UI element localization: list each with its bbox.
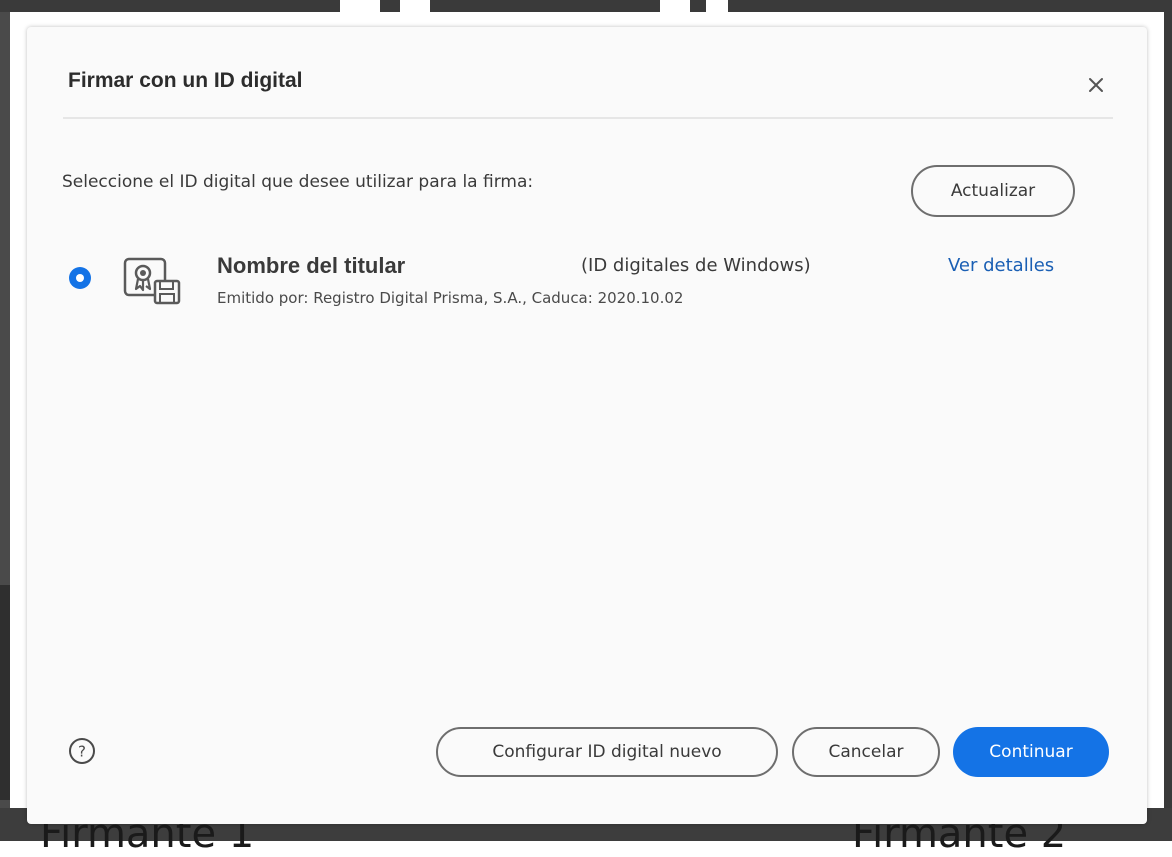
backdrop-top-bar (0, 0, 1172, 12)
backdrop-top-highlight (706, 0, 728, 12)
continue-button[interactable]: Continuar (953, 727, 1109, 777)
cancel-button[interactable]: Cancelar (792, 727, 940, 777)
backdrop-top-highlight (340, 0, 380, 12)
dialog-title: Firmar con un ID digital (68, 69, 303, 92)
help-icon[interactable]: ? (68, 737, 96, 765)
view-details-link[interactable]: Ver detalles (948, 255, 1054, 276)
sign-with-digital-id-dialog: Firmar con un ID digital Seleccione el I… (27, 27, 1147, 824)
title-divider (63, 117, 1113, 119)
radio-selected-dot (76, 274, 84, 282)
instruction-text: Seleccione el ID digital que desee utili… (62, 172, 534, 192)
backdrop-top-highlight (400, 0, 430, 12)
backdrop-left-panel (0, 585, 10, 800)
update-button[interactable]: Actualizar (911, 165, 1075, 217)
certificate-icon (123, 257, 181, 305)
configure-new-digital-id-button[interactable]: Configurar ID digital nuevo (436, 727, 778, 777)
help-icon-symbol: ? (78, 743, 86, 761)
digital-id-radio[interactable] (69, 267, 91, 289)
close-button[interactable] (1083, 72, 1109, 98)
close-icon (1089, 78, 1103, 92)
digital-id-name: Nombre del titular (217, 253, 406, 278)
backdrop-right-edge (1164, 12, 1172, 841)
digital-id-issuer-expiry: Emitido por: Registro Digital Prisma, S.… (217, 289, 684, 307)
digital-id-source: (ID digitales de Windows) (581, 255, 811, 276)
backdrop-top-highlight (660, 0, 690, 12)
